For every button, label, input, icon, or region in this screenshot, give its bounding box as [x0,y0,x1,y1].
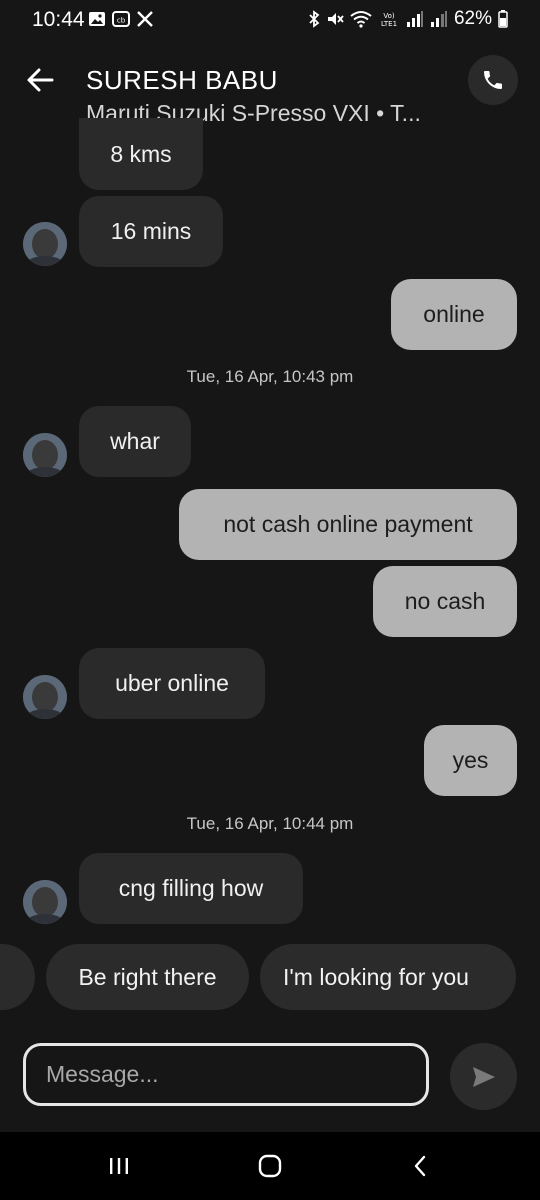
wifi-icon [350,11,372,28]
volte-icon: Vo)LTE1 [381,12,397,28]
bluetooth-icon [309,10,320,28]
message-bubble-incoming: cng filling how [79,853,303,924]
message-bubble-incoming: 8 kms [79,118,203,190]
nav-back-button[interactable] [403,1150,439,1182]
message-bubble-outgoing: not cash online payment [179,489,517,560]
message-bubble-outgoing: no cash [373,566,517,637]
back-arrow-icon [27,68,54,92]
battery-percent: 62% [453,8,492,29]
quick-reply-looking-for-you[interactable]: I'm looking for you [260,944,516,1010]
x-icon [137,11,153,27]
send-button[interactable] [450,1043,517,1110]
recents-icon [110,1158,128,1174]
recents-button[interactable] [101,1150,137,1182]
call-button[interactable] [468,55,518,105]
status-bar: 10:44 cb Vo) LTE1 62% [0,0,540,40]
avatar [23,433,67,477]
signal-icon [406,11,423,27]
cb-icon: cb [112,11,130,27]
avatar [23,222,67,266]
svg-text:Vo): Vo) [383,12,395,20]
message-composer [23,1043,429,1106]
timestamp: Tue, 16 Apr, 10:44 pm [186,814,354,833]
message-bubble-outgoing: yes [424,725,517,796]
notification-icons: cb [88,10,154,28]
phone-icon [484,71,502,89]
message-bubble-outgoing: online [391,279,517,350]
svg-text:cb: cb [117,17,126,25]
signal-icon [430,11,447,27]
system-nav-bar [0,1132,540,1200]
battery-icon [498,10,508,28]
message-bubble-incoming: uber online [79,648,265,719]
svg-text:LTE1: LTE1 [381,20,397,28]
home-button[interactable] [252,1150,288,1182]
home-icon [258,1154,282,1178]
timestamp: Tue, 16 Apr, 10:43 pm [186,367,354,386]
message-bubble-incoming: 16 mins [79,196,223,267]
quick-reply-be-right-there[interactable]: Be right there [46,944,249,1010]
contact-name: SURESH BABU [86,65,278,95]
send-icon [472,1066,495,1087]
avatar [23,880,67,924]
message-input[interactable] [26,1046,426,1103]
message-bubble-incoming: whar [79,406,191,477]
back-button[interactable] [22,62,58,98]
system-icons: Vo) LTE1 62% [308,8,508,30]
mute-icon [327,13,344,25]
gallery-icon [89,12,105,26]
chevron-left-icon [414,1155,426,1177]
avatar [23,675,67,719]
quick-reply-chip-partial[interactable] [0,944,35,1010]
status-time: 10:44 [32,8,85,31]
